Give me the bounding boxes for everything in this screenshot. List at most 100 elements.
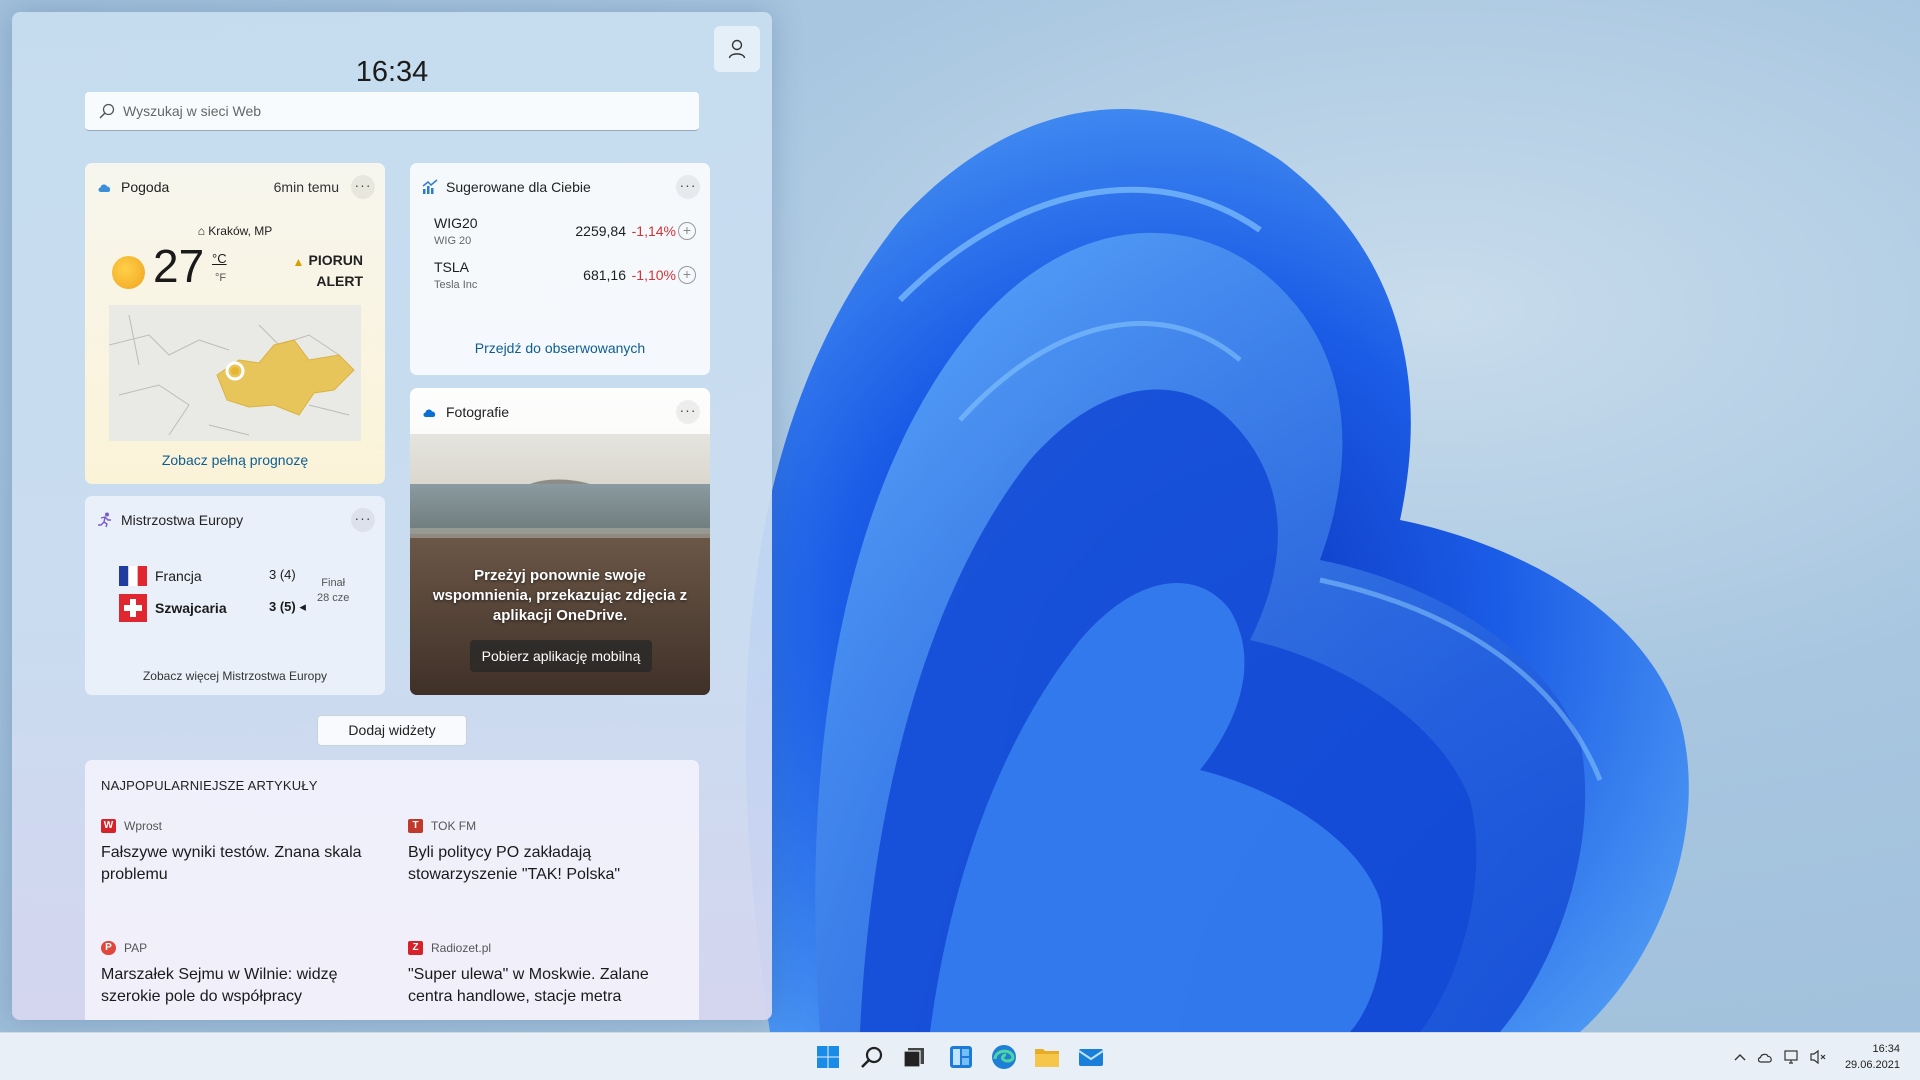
- euro-widget[interactable]: Mistrzostwa Europy ··· Francja 3 (4) Szw: [85, 496, 385, 695]
- article-source-name: Wprost: [124, 819, 163, 833]
- france-flag-icon: [119, 566, 147, 586]
- article-card[interactable]: T TOK FM Byli politycy PO zakładają stow…: [408, 818, 688, 886]
- stocks-header: Sugerowane dla Ciebie ···: [422, 175, 700, 199]
- user-icon: [728, 39, 746, 59]
- team-score: 3 (4): [269, 567, 296, 582]
- stock-row[interactable]: TSLA Tesla Inc 681,16 -1,10% +: [434, 259, 696, 299]
- wprost-logo-icon: W: [101, 819, 116, 833]
- article-source: T TOK FM: [408, 818, 688, 834]
- article-source: Z Radiozet.pl: [408, 940, 688, 956]
- get-mobile-app-button[interactable]: Pobierz aplikację mobilną: [470, 640, 652, 672]
- article-source-name: TOK FM: [431, 819, 477, 833]
- article-source-name: Radiozet.pl: [431, 941, 492, 955]
- weather-location[interactable]: ⌂ Kraków, MP: [85, 224, 385, 238]
- article-title: Byli politycy PO zakładają stowarzyszeni…: [408, 844, 621, 883]
- add-stock-icon[interactable]: +: [678, 222, 696, 240]
- show-hidden-icons-button[interactable]: [1729, 1046, 1751, 1068]
- euro-more-link[interactable]: Zobacz więcej Mistrzostwa Europy: [85, 669, 385, 683]
- final-label: Finał: [321, 577, 346, 589]
- unit-celsius[interactable]: °C: [212, 251, 227, 266]
- profile-button[interactable]: [714, 26, 760, 72]
- temperature: 27: [153, 240, 205, 292]
- article-source: W Wprost: [101, 818, 381, 834]
- mail-button[interactable]: [1075, 1041, 1107, 1073]
- unit-fahrenheit[interactable]: °F: [215, 272, 226, 284]
- taskbar-search-button[interactable]: [856, 1041, 888, 1073]
- weather-map[interactable]: [109, 305, 361, 441]
- onedrive-icon: [423, 409, 436, 417]
- stock-price: 681,16: [583, 267, 626, 283]
- taskbar-time: 16:34: [1872, 1043, 1900, 1055]
- weather-widget[interactable]: Pogoda 6min temu ··· ⌂ Kraków, MP 27 °C …: [85, 163, 385, 484]
- stocks-title: Sugerowane dla Ciebie: [446, 179, 591, 195]
- taskbar-clock[interactable]: 16:34 29.06.2021: [1845, 1041, 1900, 1073]
- weather-more-button[interactable]: ···: [351, 175, 375, 199]
- photos-more-button[interactable]: ···: [676, 400, 700, 424]
- weather-location-label: Kraków, MP: [208, 224, 273, 238]
- stock-symbol: WIG20: [434, 215, 478, 231]
- search-icon: [99, 103, 115, 119]
- start-icon: [817, 1046, 839, 1068]
- team-name: Szwajcaria: [155, 600, 227, 616]
- stock-price: 2259,84: [575, 223, 626, 239]
- final-date: 28 cze: [317, 592, 350, 604]
- article-card[interactable]: Z Radiozet.pl "Super ulewa" w Moskwie. Z…: [408, 940, 688, 1008]
- article-source: P PAP: [101, 940, 381, 956]
- photos-widget[interactable]: Fotografie ··· Przeżyj ponownie swoje ws…: [410, 388, 710, 695]
- radiozet-logo-icon: Z: [408, 941, 423, 955]
- weather-updated-time: 6min temu: [273, 179, 339, 195]
- team-name: Francja: [155, 568, 202, 584]
- photos-promo-text: Przeżyj ponownie swoje wspomnienia, prze…: [432, 567, 688, 624]
- edge-icon: [992, 1045, 1016, 1069]
- search-input[interactable]: [123, 103, 683, 119]
- mail-icon: [1078, 1049, 1104, 1066]
- team-score: 3 (5) ◂: [269, 599, 306, 614]
- network-button[interactable]: [1781, 1046, 1803, 1068]
- edge-button[interactable]: [988, 1041, 1020, 1073]
- web-search-box[interactable]: [85, 92, 699, 131]
- stocks-widget[interactable]: Sugerowane dla Ciebie ··· WIG20 WIG 20 2…: [410, 163, 710, 375]
- alert-line1: PIORUN: [308, 252, 363, 268]
- alert-line2: ALERT: [316, 273, 363, 289]
- search-icon: [861, 1046, 883, 1068]
- articles-heading: NAJPOPULARNIEJSZE ARTYKUŁY: [101, 778, 318, 793]
- volume-button[interactable]: [1807, 1046, 1829, 1068]
- stocks-more-button[interactable]: ···: [676, 175, 700, 199]
- weather-forecast-link[interactable]: Zobacz pełną prognozę: [85, 452, 385, 468]
- article-source-name: PAP: [124, 941, 148, 955]
- start-button[interactable]: [812, 1041, 844, 1073]
- top-articles: NAJPOPULARNIEJSZE ARTYKUŁY W Wprost Fałs…: [85, 760, 699, 1020]
- photos-header: Fotografie ···: [422, 400, 700, 424]
- watchlist-link[interactable]: Przejdź do obserwowanych: [410, 340, 710, 356]
- stock-row[interactable]: WIG20 WIG 20 2259,84 -1,14% +: [434, 215, 696, 255]
- add-widgets-button[interactable]: Dodaj widżety: [317, 715, 467, 746]
- desktop: 16:34 Pogoda 6min temu ···: [0, 0, 1920, 1032]
- system-tray: 16:34 29.06.2021: [1729, 1033, 1900, 1080]
- weather-alert[interactable]: ▲ PIORUN ALERT: [293, 250, 363, 292]
- euro-more-button[interactable]: ···: [351, 508, 375, 532]
- home-icon: ⌂: [197, 224, 205, 238]
- taskbar-date: 29.06.2021: [1844, 1059, 1900, 1071]
- chevron-up-icon: [1734, 1054, 1746, 1061]
- sunny-icon: [112, 256, 145, 289]
- file-explorer-icon: [1035, 1049, 1059, 1067]
- widgets-icon: [950, 1046, 972, 1068]
- pap-logo-icon: P: [101, 941, 116, 955]
- euro-title: Mistrzostwa Europy: [121, 512, 244, 528]
- warning-icon: ▲: [292, 255, 305, 269]
- article-card[interactable]: W Wprost Fałszywe wyniki testów. Znana s…: [101, 818, 381, 886]
- panel-clock: 16:34: [355, 56, 429, 88]
- add-stock-icon[interactable]: +: [678, 266, 696, 284]
- widgets-button[interactable]: [945, 1041, 977, 1073]
- stock-symbol: TSLA: [434, 259, 470, 275]
- task-view-icon: [903, 1048, 924, 1068]
- team-row[interactable]: Szwajcaria: [119, 594, 227, 622]
- article-card[interactable]: P PAP Marszałek Sejmu w Wilnie: widzę sz…: [101, 940, 381, 1008]
- article-title: "Super ulewa" w Moskwie. Zalane centra h…: [408, 966, 649, 1005]
- onedrive-tray-button[interactable]: [1755, 1046, 1777, 1068]
- file-explorer-button[interactable]: [1031, 1041, 1063, 1073]
- team-row[interactable]: Francja: [119, 563, 202, 589]
- task-view-button[interactable]: [898, 1041, 930, 1073]
- match-info: Finał 28 cze: [317, 576, 349, 606]
- widgets-panel: 16:34 Pogoda 6min temu ···: [12, 12, 772, 1020]
